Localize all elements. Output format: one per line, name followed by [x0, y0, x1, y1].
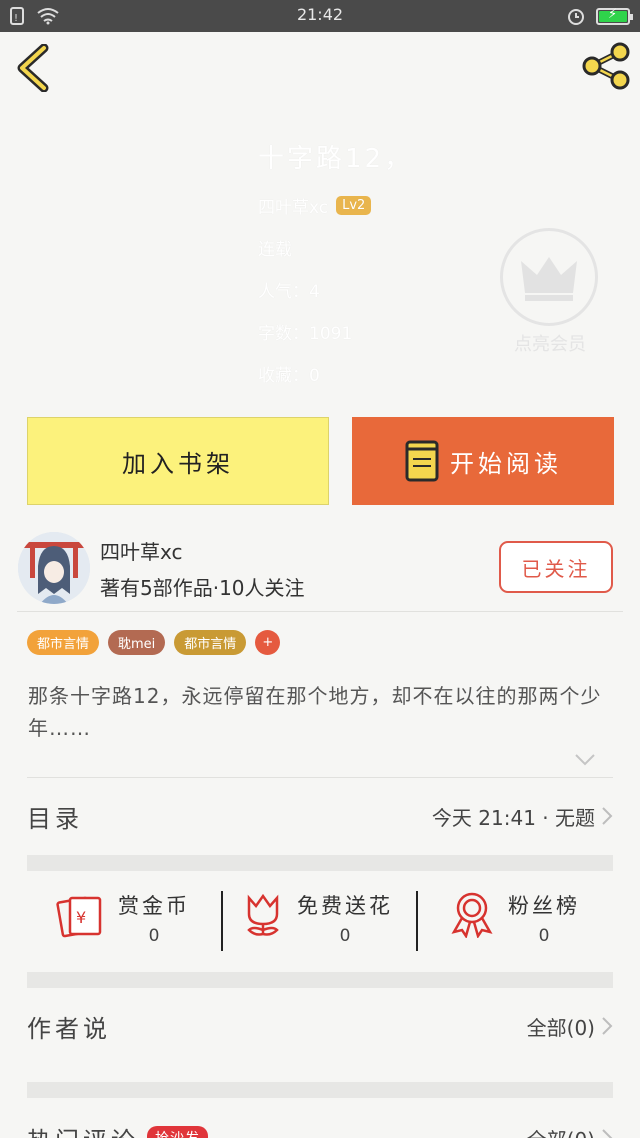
- author-meta: 著有5部作品·10人关注: [100, 576, 305, 600]
- tag[interactable]: 都市言情: [174, 630, 247, 655]
- toc-latest-chapter: 今天 21:41 · 无题: [431, 805, 595, 830]
- chevron-right-icon: [602, 807, 613, 825]
- author-name[interactable]: 四叶草xc: [100, 536, 182, 565]
- free-flower-count: 0: [339, 926, 351, 946]
- book-collection: 收藏：0: [258, 365, 320, 386]
- reward-coins-label: 赏金币: [118, 894, 190, 918]
- divider: [416, 891, 418, 951]
- start-reading-button[interactable]: 开始阅读: [352, 417, 614, 505]
- add-to-shelf-button[interactable]: 加入书架: [27, 417, 329, 505]
- book-popularity: 人气：4: [258, 281, 320, 302]
- divider: [27, 777, 613, 778]
- share-icon: [582, 42, 630, 90]
- tag[interactable]: 耽mei: [108, 630, 166, 655]
- reward-coins-count: 0: [148, 926, 160, 946]
- tag[interactable]: 都市言情: [27, 630, 100, 655]
- hot-reviews-label: 热门评论: [27, 1121, 139, 1138]
- divider: [221, 891, 223, 951]
- header-author-row: 四叶草xc Lv2: [258, 193, 413, 218]
- author-avatar[interactable]: [18, 532, 90, 604]
- section-separator: [27, 855, 613, 871]
- follow-button[interactable]: 已关注: [499, 541, 613, 593]
- vip-crown-button[interactable]: 点亮会员: [500, 228, 600, 358]
- red-envelope-icon: ¥: [56, 896, 102, 938]
- book-icon: [405, 440, 439, 482]
- author-says-row[interactable]: 作者说 全部(0): [27, 996, 613, 1056]
- chevron-right-icon: [602, 1129, 613, 1138]
- book-word-count: 字数：1091: [258, 323, 353, 344]
- chevron-down-icon: [575, 754, 595, 766]
- free-flower-button[interactable]: 免费送花 0: [243, 890, 393, 954]
- hot-reviews-count: 全部(0): [527, 1124, 595, 1138]
- book-header: 十字路12， 四叶草xc Lv2 连载 人气：4 字数：1091 收藏：0: [258, 138, 414, 386]
- battery-icon: ⚡: [596, 7, 633, 25]
- back-button[interactable]: [14, 43, 54, 93]
- sofa-badge: 抢沙发: [147, 1126, 208, 1138]
- book-status: 连载: [258, 239, 292, 260]
- tag-list: 都市言情 耽mei 都市言情 +: [27, 630, 281, 655]
- crown-icon: [521, 257, 577, 301]
- vip-crown-label: 点亮会员: [514, 334, 586, 355]
- toc-row[interactable]: 目录 今天 21:41 · 无题: [27, 786, 613, 846]
- status-bar: ! 21:42 ⚡: [0, 0, 640, 32]
- start-reading-label: 开始阅读: [450, 449, 562, 478]
- toc-label: 目录: [27, 804, 83, 833]
- chevron-right-icon: [602, 1017, 613, 1035]
- author-says-count: 全部(0): [526, 1015, 595, 1040]
- hot-reviews-row[interactable]: 热门评论 抢沙发 全部(0): [27, 1108, 613, 1138]
- fan-ranking-label: 粉丝榜: [508, 894, 580, 918]
- divider: [17, 611, 623, 612]
- free-flower-label: 免费送花: [297, 894, 393, 918]
- avatar-image: [18, 532, 90, 604]
- medal-icon: [451, 892, 493, 938]
- book-title: 十字路12，: [258, 144, 414, 174]
- book-description: 那条十字路12，永远停留在那个地方，却不在以往的那两个少年……: [28, 684, 602, 740]
- add-to-shelf-label: 加入书架: [122, 449, 234, 478]
- svg-text:¥: ¥: [76, 908, 86, 927]
- chevron-left-icon: [17, 43, 49, 93]
- header-author: 四叶草xc: [258, 197, 329, 218]
- reward-coins-button[interactable]: ¥ 赏金币 0: [56, 890, 190, 954]
- fan-ranking-button[interactable]: 粉丝榜 0: [450, 890, 580, 954]
- section-separator: [27, 1082, 613, 1098]
- section-separator: [27, 972, 613, 988]
- expand-description-button[interactable]: [574, 752, 596, 768]
- add-tag-button[interactable]: +: [255, 630, 281, 655]
- flower-icon: [247, 893, 279, 936]
- alarm-icon: [568, 9, 584, 25]
- share-button[interactable]: [580, 40, 632, 92]
- status-time: 21:42: [296, 5, 344, 24]
- author-says-label: 作者说: [27, 1014, 111, 1043]
- fan-ranking-count: 0: [538, 926, 550, 946]
- level-badge: Lv2: [336, 195, 372, 215]
